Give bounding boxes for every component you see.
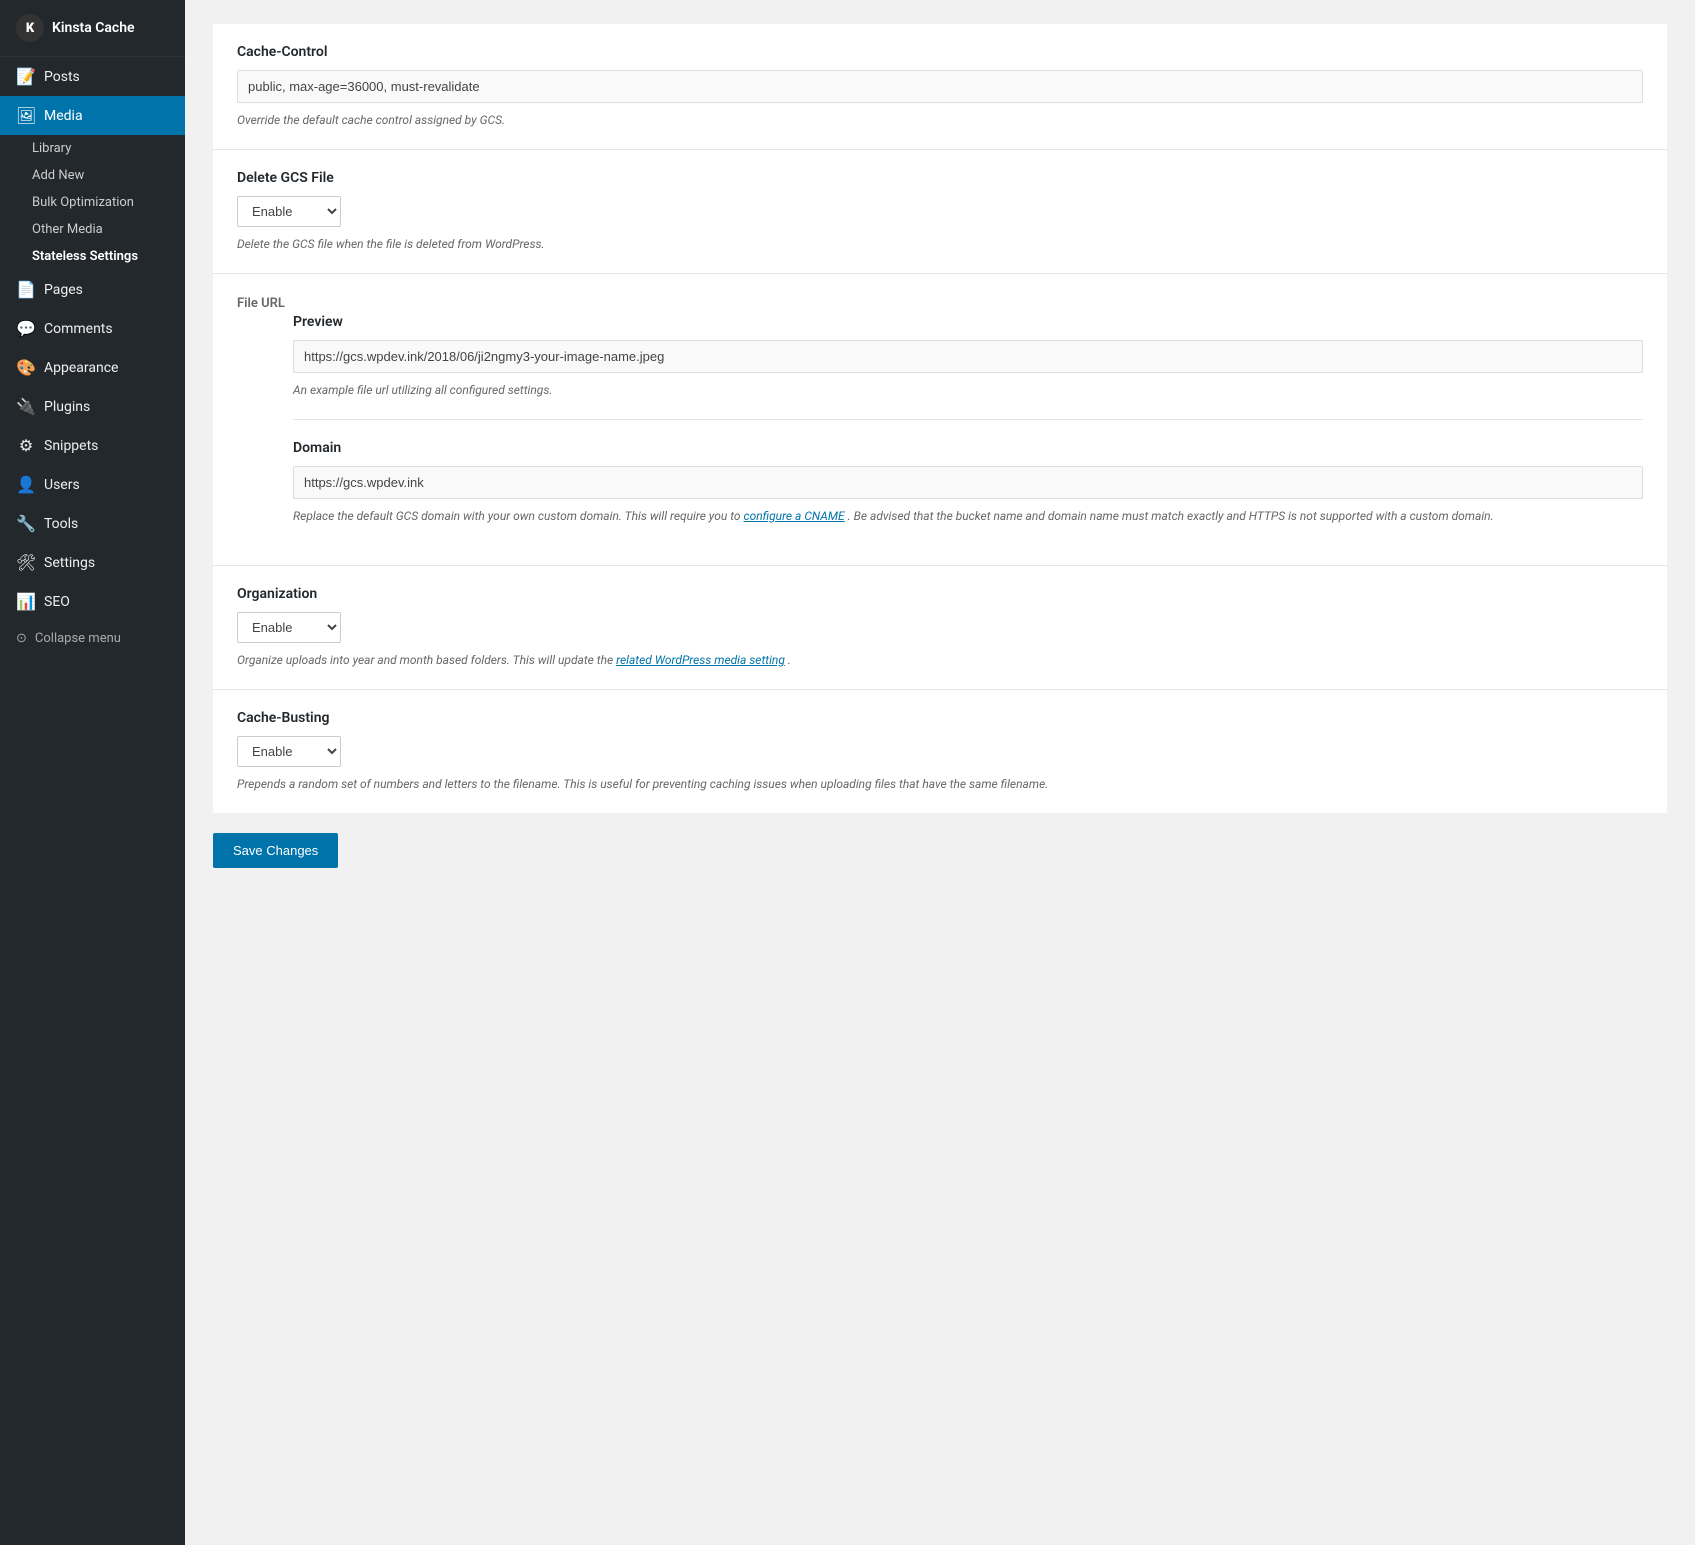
appearance-icon: 🎨 <box>16 358 36 377</box>
sidebar-item-settings[interactable]: 🛠 Settings <box>0 543 185 582</box>
cache-control-input[interactable] <box>237 70 1643 103</box>
domain-label: Domain <box>293 440 1643 456</box>
delete-gcs-file-label: Delete GCS File <box>237 170 1643 186</box>
organization-desc: Organize uploads into year and month bas… <box>237 651 1643 669</box>
media-submenu: Library Add New Bulk Optimization Other … <box>0 135 185 270</box>
organization-group: Organization Enable Disable Organize upl… <box>213 566 1667 690</box>
sidebar-item-snippets[interactable]: ⚙ Snippets <box>0 426 185 465</box>
cache-busting-desc: Prepends a random set of numbers and let… <box>237 775 1643 793</box>
file-url-row: File URL Preview An example file url uti… <box>213 274 1667 566</box>
sidebar-item-seo[interactable]: 📊 SEO <box>0 582 185 621</box>
sidebar-item-pages[interactable]: 📄 Pages <box>0 270 185 309</box>
related-wp-media-link[interactable]: related WordPress media setting <box>616 653 785 667</box>
sidebar-item-tools[interactable]: 🔧 Tools <box>0 504 185 543</box>
sidebar-item-plugins[interactable]: 🔌 Plugins <box>0 387 185 426</box>
preview-group: Preview An example file url utilizing al… <box>293 294 1643 420</box>
sidebar-item-users[interactable]: 👤 Users <box>0 465 185 504</box>
domain-desc: Replace the default GCS domain with your… <box>293 507 1643 525</box>
plugins-icon: 🔌 <box>16 397 36 416</box>
submenu-bulk-optimization[interactable]: Bulk Optimization <box>16 189 185 216</box>
collapse-menu-button[interactable]: ⊙ Collapse menu <box>0 621 185 656</box>
file-url-side-label: File URL <box>213 274 293 565</box>
cache-control-desc: Override the default cache control assig… <box>237 111 1643 129</box>
comments-icon: 💬 <box>16 319 36 338</box>
organization-label: Organization <box>237 586 1643 602</box>
delete-gcs-file-desc: Delete the GCS file when the file is del… <box>237 235 1643 253</box>
preview-input[interactable] <box>293 340 1643 373</box>
cache-control-label: Cache-Control <box>237 44 1643 60</box>
sidebar: K Kinsta Cache 📝 Posts 🖼 Media ◀ Library… <box>0 0 185 1545</box>
collapse-icon: ⊙ <box>16 631 27 646</box>
domain-input[interactable] <box>293 466 1643 499</box>
sidebar-brand: K Kinsta Cache <box>0 0 185 57</box>
snippets-icon: ⚙ <box>16 436 36 455</box>
save-changes-button[interactable]: Save Changes <box>213 833 338 868</box>
file-url-content: Preview An example file url utilizing al… <box>293 274 1667 565</box>
media-icon: 🖼 <box>16 106 36 125</box>
delete-gcs-file-group: Delete GCS File Enable Disable Delete th… <box>213 150 1667 274</box>
submenu-add-new[interactable]: Add New <box>16 162 185 189</box>
posts-icon: 📝 <box>16 67 36 86</box>
organization-select[interactable]: Enable Disable <box>237 612 341 643</box>
cache-busting-select[interactable]: Enable Disable <box>237 736 341 767</box>
sidebar-item-comments[interactable]: 💬 Comments <box>0 309 185 348</box>
sidebar-item-appearance[interactable]: 🎨 Appearance <box>0 348 185 387</box>
submenu-other-media[interactable]: Other Media <box>16 216 185 243</box>
settings-section: Cache-Control Override the default cache… <box>213 24 1667 813</box>
cache-busting-label: Cache-Busting <box>237 710 1643 726</box>
users-icon: 👤 <box>16 475 36 494</box>
cache-busting-group: Cache-Busting Enable Disable Prepends a … <box>213 690 1667 813</box>
cache-control-group: Cache-Control Override the default cache… <box>213 24 1667 150</box>
configure-cname-link[interactable]: configure a CNAME <box>744 509 845 523</box>
brand-icon: K <box>16 14 44 42</box>
sidebar-item-posts[interactable]: 📝 Posts <box>0 57 185 96</box>
settings-icon: 🛠 <box>16 553 36 572</box>
tools-icon: 🔧 <box>16 514 36 533</box>
media-arrow-icon: ◀ <box>160 109 169 123</box>
domain-group: Domain Replace the default GCS domain wi… <box>293 420 1643 545</box>
seo-icon: 📊 <box>16 592 36 611</box>
preview-label: Preview <box>293 314 1643 330</box>
delete-gcs-file-select[interactable]: Enable Disable <box>237 196 341 227</box>
submenu-library[interactable]: Library <box>16 135 185 162</box>
submenu-stateless-settings[interactable]: Stateless Settings <box>16 243 185 270</box>
preview-desc: An example file url utilizing all config… <box>293 381 1643 399</box>
sidebar-item-media[interactable]: 🖼 Media ◀ <box>0 96 185 135</box>
pages-icon: 📄 <box>16 280 36 299</box>
main-content: Cache-Control Override the default cache… <box>185 0 1695 1545</box>
